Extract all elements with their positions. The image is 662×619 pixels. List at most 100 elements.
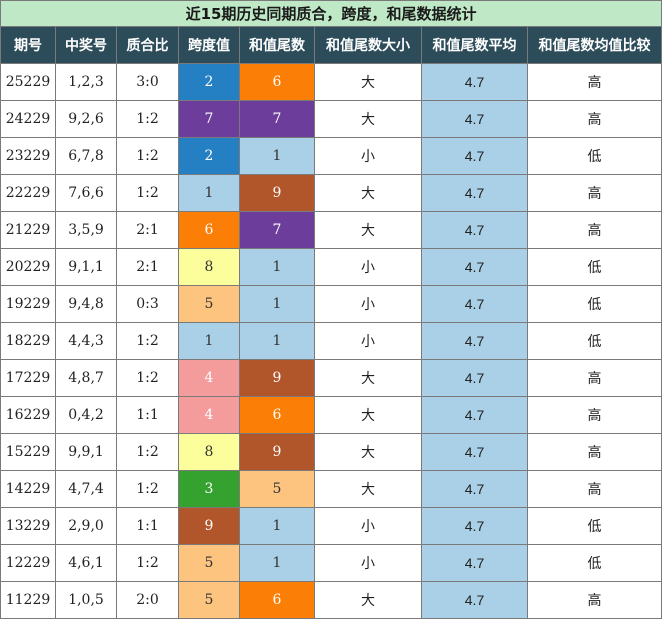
tail-cmp-cell: 高 (526, 211, 662, 249)
numbers-cell: 9,1,1 (55, 248, 117, 286)
header-numbers: 中奖号 (55, 26, 117, 64)
header-tail-size: 和值尾数大小 (314, 26, 422, 64)
table-body: 25229 1,2,3 3:0 2 6 大 4.7 高 24229 9,2,6 … (0, 63, 662, 619)
table-row: 23229 6,7,8 1:2 2 1 小 4.7 低 (0, 137, 662, 175)
numbers-cell: 9,2,6 (55, 100, 117, 138)
table-row: 11229 1,0,5 2:0 5 6 大 4.7 高 (0, 581, 662, 619)
tail-cell: 6 (239, 581, 315, 619)
tail-avg-cell: 4.7 (421, 507, 528, 545)
header-ratio: 质合比 (116, 26, 179, 64)
tail-avg-cell: 4.7 (421, 396, 528, 434)
span-cell: 4 (178, 396, 240, 434)
numbers-cell: 4,7,4 (55, 470, 117, 508)
numbers-cell: 4,4,3 (55, 322, 117, 360)
period-cell: 14229 (0, 470, 56, 508)
table-row: 24229 9,2,6 1:2 7 7 大 4.7 高 (0, 100, 662, 138)
numbers-cell: 1,2,3 (55, 63, 117, 101)
span-cell: 5 (178, 285, 240, 323)
tail-size-cell: 小 (314, 285, 422, 323)
tail-cmp-cell: 低 (526, 507, 662, 545)
header-tail: 和值尾数 (239, 26, 315, 64)
numbers-cell: 9,9,1 (55, 433, 117, 471)
table-row: 21229 3,5,9 2:1 6 7 大 4.7 高 (0, 211, 662, 249)
table-title: 近15期历史同期质合，跨度，和尾数据统计 (0, 0, 662, 27)
tail-cmp-cell: 高 (526, 100, 662, 138)
span-cell: 5 (178, 544, 240, 582)
period-cell: 24229 (0, 100, 56, 138)
tail-avg-cell: 4.7 (421, 137, 528, 175)
table-row: 14229 4,7,4 1:2 3 5 大 4.7 高 (0, 470, 662, 508)
table-row: 16229 0,4,2 1:1 4 6 大 4.7 高 (0, 396, 662, 434)
tail-size-cell: 大 (314, 359, 422, 397)
ratio-cell: 1:1 (116, 507, 179, 545)
span-cell: 5 (178, 581, 240, 619)
tail-cell: 1 (239, 285, 315, 323)
tail-cmp-cell: 高 (526, 433, 662, 471)
span-cell: 2 (178, 137, 240, 175)
tail-cmp-cell: 低 (526, 285, 662, 323)
tail-avg-cell: 4.7 (421, 322, 528, 360)
ratio-cell: 1:2 (116, 359, 179, 397)
ratio-cell: 1:2 (116, 322, 179, 360)
tail-avg-cell: 4.7 (421, 544, 528, 582)
ratio-cell: 1:2 (116, 433, 179, 471)
numbers-cell: 0,4,2 (55, 396, 117, 434)
span-cell: 1 (178, 174, 240, 212)
numbers-cell: 6,7,8 (55, 137, 117, 175)
table-row: 22229 7,6,6 1:2 1 9 大 4.7 高 (0, 174, 662, 212)
tail-cmp-cell: 高 (526, 581, 662, 619)
tail-cell: 7 (239, 100, 315, 138)
period-cell: 11229 (0, 581, 56, 619)
numbers-cell: 1,0,5 (55, 581, 117, 619)
span-cell: 7 (178, 100, 240, 138)
tail-size-cell: 小 (314, 544, 422, 582)
table-row: 12229 4,6,1 1:2 5 1 小 4.7 低 (0, 544, 662, 582)
tail-cell: 9 (239, 359, 315, 397)
period-cell: 17229 (0, 359, 56, 397)
span-cell: 6 (178, 211, 240, 249)
tail-size-cell: 小 (314, 137, 422, 175)
table-row: 15229 9,9,1 1:2 8 9 大 4.7 高 (0, 433, 662, 471)
tail-size-cell: 大 (314, 211, 422, 249)
period-cell: 20229 (0, 248, 56, 286)
period-cell: 15229 (0, 433, 56, 471)
tail-cmp-cell: 高 (526, 470, 662, 508)
numbers-cell: 7,6,6 (55, 174, 117, 212)
ratio-cell: 1:2 (116, 544, 179, 582)
tail-avg-cell: 4.7 (421, 174, 528, 212)
title-row: 近15期历史同期质合，跨度，和尾数据统计 (0, 0, 662, 27)
tail-cmp-cell: 低 (526, 544, 662, 582)
tail-size-cell: 小 (314, 507, 422, 545)
tail-avg-cell: 4.7 (421, 285, 528, 323)
span-cell: 8 (178, 248, 240, 286)
period-cell: 25229 (0, 63, 56, 101)
span-cell: 9 (178, 507, 240, 545)
table-row: 13229 2,9,0 1:1 9 1 小 4.7 低 (0, 507, 662, 545)
tail-cell: 5 (239, 470, 315, 508)
ratio-cell: 3:0 (116, 63, 179, 101)
tail-size-cell: 大 (314, 470, 422, 508)
tail-cmp-cell: 高 (526, 63, 662, 101)
period-cell: 16229 (0, 396, 56, 434)
header-period: 期号 (0, 26, 56, 64)
tail-size-cell: 大 (314, 433, 422, 471)
period-cell: 23229 (0, 137, 56, 175)
period-cell: 19229 (0, 285, 56, 323)
tail-size-cell: 大 (314, 581, 422, 619)
tail-cell: 1 (239, 322, 315, 360)
tail-cmp-cell: 高 (526, 396, 662, 434)
period-cell: 18229 (0, 322, 56, 360)
tail-size-cell: 小 (314, 322, 422, 360)
numbers-cell: 4,8,7 (55, 359, 117, 397)
tail-avg-cell: 4.7 (421, 100, 528, 138)
tail-cell: 9 (239, 174, 315, 212)
ratio-cell: 1:2 (116, 100, 179, 138)
header-tail-cmp: 和值尾数均值比较 (526, 26, 662, 64)
tail-avg-cell: 4.7 (421, 470, 528, 508)
table-row: 17229 4,8,7 1:2 4 9 大 4.7 高 (0, 359, 662, 397)
tail-avg-cell: 4.7 (421, 581, 528, 619)
span-cell: 4 (178, 359, 240, 397)
tail-cell: 9 (239, 433, 315, 471)
tail-cmp-cell: 低 (526, 322, 662, 360)
span-cell: 2 (178, 63, 240, 101)
